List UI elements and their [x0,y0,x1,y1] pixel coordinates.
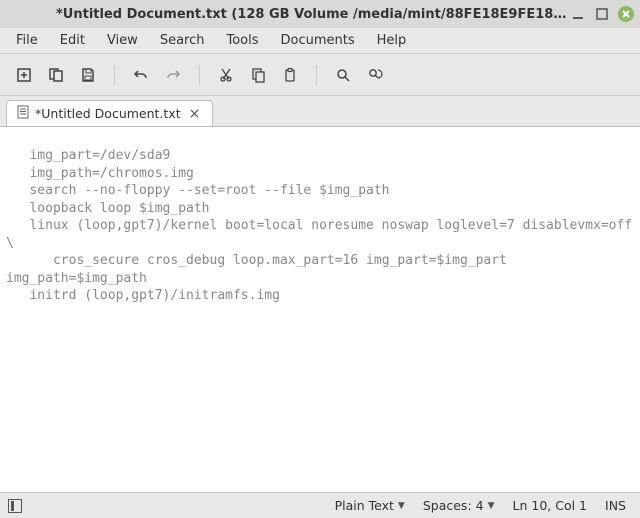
window-titlebar: *Untitled Document.txt (128 GB Volume /m… [0,0,640,28]
chevron-down-icon: ▼ [488,501,495,511]
window-controls [570,6,634,22]
menu-tools[interactable]: Tools [216,31,268,50]
menu-file[interactable]: File [6,31,48,50]
menu-documents[interactable]: Documents [271,31,365,50]
syntax-selector[interactable]: Plain Text ▼ [329,498,411,513]
cursor-position: Ln 10, Col 1 [507,498,594,513]
find-replace-button[interactable] [361,61,389,89]
tab-close-button[interactable]: × [187,106,203,122]
tabbar: *Untitled Document.txt × [0,96,640,126]
menu-view[interactable]: View [97,31,148,50]
tab-label: *Untitled Document.txt [35,106,181,121]
close-button[interactable] [618,6,634,22]
cursor-label: Ln 10, Col 1 [513,498,588,513]
copy-button[interactable] [244,61,272,89]
toolbar-separator [199,65,200,85]
menubar: File Edit View Search Tools Documents He… [0,28,640,54]
toolbar-separator [316,65,317,85]
undo-button[interactable] [127,61,155,89]
indent-selector[interactable]: Spaces: 4 ▼ [417,498,501,513]
indent-label: Spaces: 4 [423,498,484,513]
statusbar: Plain Text ▼ Spaces: 4 ▼ Ln 10, Col 1 IN… [0,492,640,518]
redo-button[interactable] [159,61,187,89]
editor-content[interactable]: img_part=/dev/sda9 img_path=/chromos.img… [6,147,634,305]
document-icon [17,105,29,122]
overwrite-mode[interactable]: INS [599,498,632,513]
toolbar-separator [114,65,115,85]
document-tab[interactable]: *Untitled Document.txt × [6,100,213,126]
cut-button[interactable] [212,61,240,89]
side-panel-toggle[interactable] [8,499,22,513]
menu-search[interactable]: Search [150,31,215,50]
window-title: *Untitled Document.txt (128 GB Volume /m… [56,7,570,22]
menu-edit[interactable]: Edit [50,31,95,50]
new-tab-button[interactable] [10,61,38,89]
syntax-label: Plain Text [335,498,394,513]
editor-area[interactable]: img_part=/dev/sda9 img_path=/chromos.img… [0,126,640,492]
chevron-down-icon: ▼ [398,501,405,511]
paste-button[interactable] [276,61,304,89]
find-button[interactable] [329,61,357,89]
toolbar [0,54,640,96]
open-button[interactable] [42,61,70,89]
save-button[interactable] [74,61,102,89]
maximize-button[interactable] [594,6,610,22]
overwrite-label: INS [605,498,626,513]
menu-help[interactable]: Help [367,31,417,50]
minimize-button[interactable] [570,6,586,22]
